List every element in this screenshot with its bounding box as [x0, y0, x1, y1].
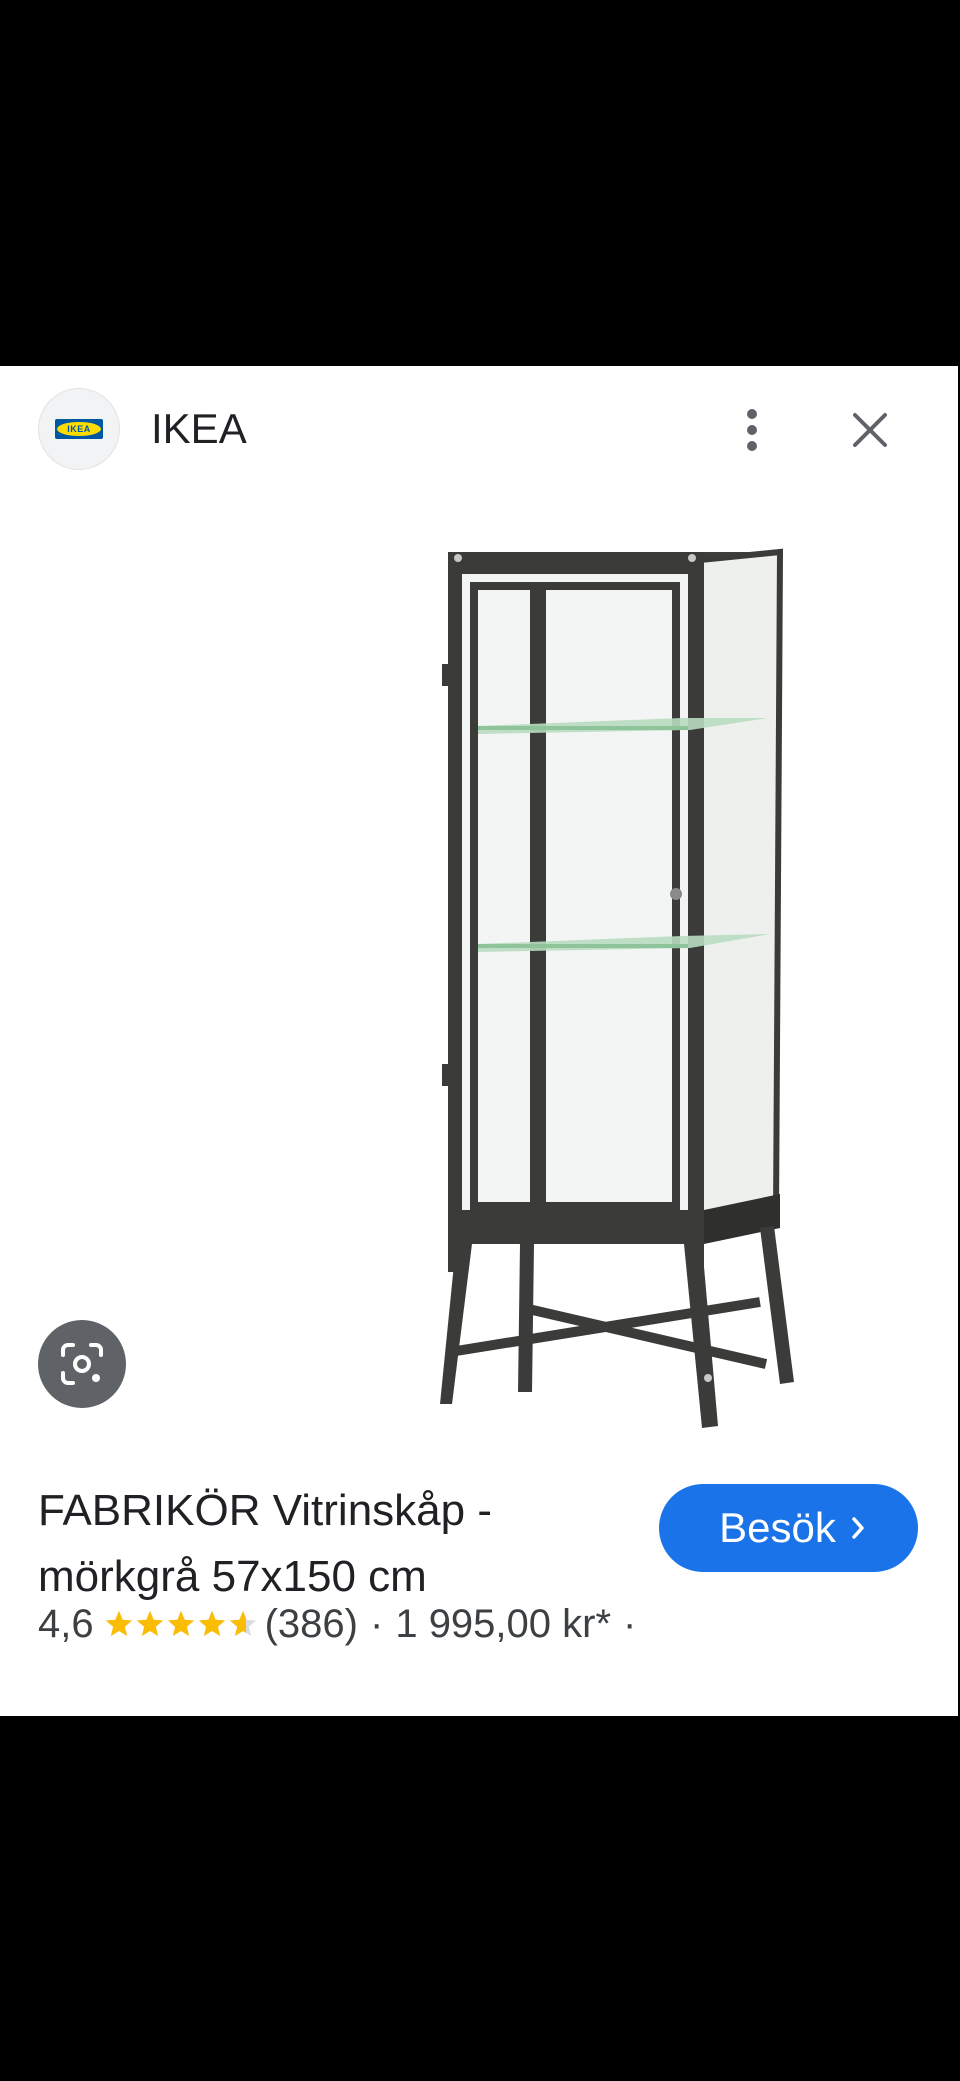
more-options-button[interactable] — [726, 402, 778, 458]
google-lens-icon — [61, 1343, 103, 1385]
ikea-logo: IKEA — [55, 419, 103, 439]
navigation-area-black — [0, 1716, 960, 2081]
site-favicon[interactable]: IKEA — [38, 388, 120, 470]
rating-value: 4,6 — [38, 1601, 94, 1646]
product-title[interactable]: FABRIKÖR Vitrinskåp - mörkgrå 57x150 cm — [38, 1478, 628, 1610]
star-icon — [167, 1610, 194, 1636]
star-icon — [105, 1610, 132, 1636]
product-meta: 4,6 (386) · 1 995,00 kr* · — [38, 1594, 648, 1654]
star-icon — [229, 1610, 256, 1636]
trailing-separator: · — [623, 1601, 637, 1646]
separator: · — [370, 1601, 384, 1646]
star-icon — [136, 1610, 163, 1636]
close-icon — [853, 413, 887, 447]
google-lens-button[interactable] — [38, 1320, 126, 1408]
price: 1 995,00 kr* — [395, 1601, 612, 1646]
review-count: (386) — [264, 1601, 358, 1646]
ikea-logo-text: IKEA — [67, 424, 91, 434]
star-icon — [198, 1610, 225, 1636]
preview-header: IKEA IKEA — [0, 366, 958, 494]
close-button[interactable] — [842, 402, 898, 458]
site-name[interactable]: IKEA — [151, 404, 247, 454]
more-vert-icon — [747, 409, 757, 451]
image-preview-card: IKEA IKEA FABRIKÖR Vitrinskåp - mörkgrå … — [0, 366, 958, 1808]
visit-button-label: Besök — [719, 1504, 836, 1551]
visit-button[interactable]: Besök — [659, 1484, 918, 1572]
status-area-black — [0, 0, 960, 366]
chevron-right-icon — [852, 1517, 864, 1539]
rating-stars — [104, 1609, 259, 1639]
